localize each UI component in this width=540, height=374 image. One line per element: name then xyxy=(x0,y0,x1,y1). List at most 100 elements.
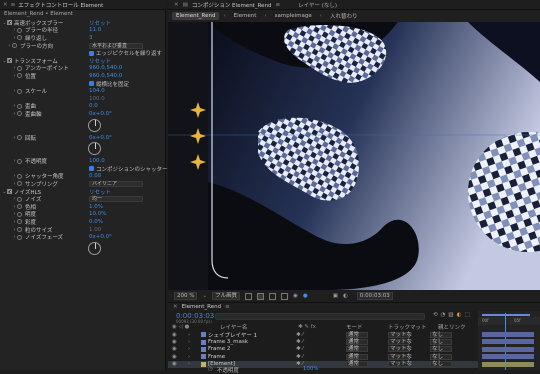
column-parent[interactable]: 親とリンク xyxy=(438,323,466,331)
chevron-right-icon[interactable]: › xyxy=(188,346,190,352)
transparency-grid-icon[interactable] xyxy=(281,292,289,300)
layer-switches[interactable]: ✱ ⁄ xyxy=(296,339,303,345)
stopwatch-icon[interactable] xyxy=(17,173,22,179)
fx-toggle-icon[interactable]: fx xyxy=(7,58,12,64)
chevron-right-icon[interactable]: › xyxy=(188,361,190,367)
property-value[interactable]: 1.00 xyxy=(89,227,101,233)
property-value[interactable]: 1.0% xyxy=(89,204,103,210)
layer-row[interactable]: ◉ › シェイプレイヤー 1 ✱ ⁄ 通常 マットな なし xyxy=(168,331,478,339)
visibility-icon[interactable]: ◉ xyxy=(172,361,177,367)
fx-toggle-icon[interactable]: fx xyxy=(7,20,12,26)
angle-dial[interactable] xyxy=(88,142,101,156)
stopwatch-icon[interactable] xyxy=(17,73,22,79)
label-color-icon[interactable] xyxy=(201,346,206,352)
stopwatch-icon[interactable] xyxy=(17,227,22,233)
blend-mode-select[interactable]: 通常 xyxy=(346,353,368,360)
effect-property-row[interactable]: › 歪曲軸 0x+0.0° xyxy=(0,110,166,118)
track-matte-select[interactable]: マットな xyxy=(388,331,412,338)
blend-mode-select[interactable]: 通常 xyxy=(346,331,368,338)
zoom-select[interactable]: 200 % xyxy=(174,292,198,300)
close-icon[interactable]: ✕ xyxy=(174,2,179,8)
property-checkbox[interactable]: 縦横比を固定 xyxy=(89,80,129,88)
property-value[interactable]: 3 xyxy=(89,35,93,41)
column-mode[interactable]: モード xyxy=(346,323,363,331)
angle-dial[interactable] xyxy=(88,118,101,132)
tab-element[interactable]: Element xyxy=(230,12,261,20)
motion-blur-icon[interactable]: ◐ xyxy=(457,312,462,318)
property-select[interactable]: バイリニア xyxy=(89,180,143,187)
snapshot-icon[interactable]: ▣ xyxy=(333,293,338,299)
angle-dial[interactable] xyxy=(88,242,101,255)
layer-name[interactable]: Frame xyxy=(208,354,225,360)
property-value[interactable]: 11.0 xyxy=(89,27,101,33)
effect-property-row[interactable]: › ノイズフェーズ 0x+0.0° xyxy=(0,233,166,241)
property-value[interactable]: 0.0 xyxy=(89,103,98,109)
label-color-icon[interactable] xyxy=(201,361,206,367)
close-icon[interactable]: ✕ xyxy=(173,304,178,310)
composition-viewer[interactable] xyxy=(168,22,540,290)
stopwatch-icon[interactable] xyxy=(17,211,22,217)
layer-row[interactable]: ◉ › Frame 3_mask ✱ ⁄ 通常 マットな なし xyxy=(168,338,478,346)
stopwatch-icon[interactable] xyxy=(17,111,22,117)
current-time-display[interactable]: 0:00:03:03 xyxy=(356,292,393,300)
track-matte-select[interactable]: マットな xyxy=(388,353,412,360)
parent-select[interactable]: なし xyxy=(430,339,452,346)
fx-toggle-icon[interactable]: fx xyxy=(7,189,12,195)
label-color-icon[interactable] xyxy=(201,332,206,338)
composition-title[interactable]: コンポジション Element_Rend xyxy=(192,1,272,9)
show-snapshot-icon[interactable]: ◐ xyxy=(343,293,348,299)
effect-property-row[interactable] xyxy=(0,118,166,134)
safe-zone-icon[interactable] xyxy=(245,292,253,300)
stopwatch-icon[interactable] xyxy=(17,204,22,210)
stopwatch-icon[interactable] xyxy=(17,88,22,94)
tab-element-rend[interactable]: Element_Rend xyxy=(172,12,220,20)
checkbox-icon[interactable] xyxy=(89,50,94,56)
property-value[interactable]: 0x+0.0° xyxy=(89,234,112,240)
effect-property-row[interactable]: › 位置 960.0,540.0 xyxy=(0,72,166,80)
stopwatch-icon[interactable]: ◷ xyxy=(208,366,213,374)
property-value[interactable]: 960.0,540.0 xyxy=(89,73,122,79)
parent-select[interactable]: なし xyxy=(430,353,452,360)
property-value[interactable]: 100.0 xyxy=(89,158,105,164)
parent-select[interactable]: なし xyxy=(430,331,452,338)
label-color-icon[interactable] xyxy=(201,339,206,345)
menu-icon[interactable]: ≡ xyxy=(225,304,230,310)
chevron-right-icon[interactable]: › xyxy=(188,332,190,338)
layer-row[interactable]: ◉ › Frame ✱ ⁄ 通常 マットな なし xyxy=(168,353,478,360)
column-track-matte[interactable]: トラックマット xyxy=(388,323,427,331)
layer-duration-bar[interactable] xyxy=(482,346,534,352)
visibility-icon[interactable]: ◉ xyxy=(172,332,177,338)
property-value[interactable]: 0.0% xyxy=(89,219,103,225)
grid-icon[interactable] xyxy=(257,292,265,300)
effect-property-row[interactable]: › 回転 0x+0.0° xyxy=(0,134,166,142)
menu-icon[interactable]: ≡ xyxy=(11,2,16,8)
track-matte-select[interactable]: マットな xyxy=(388,339,412,346)
layer-duration-bar[interactable] xyxy=(482,361,534,367)
stopwatch-icon[interactable] xyxy=(17,234,22,240)
property-value[interactable]: 104.0 xyxy=(89,88,105,94)
parent-select[interactable]: なし xyxy=(430,346,452,353)
property-value[interactable]: 0.00 xyxy=(89,173,101,179)
layer-duration-bar[interactable] xyxy=(482,332,534,337)
property-value[interactable]: 0x+0.0° xyxy=(89,111,112,117)
stopwatch-icon[interactable] xyxy=(17,158,22,164)
blend-mode-select[interactable]: 通常 xyxy=(346,361,368,368)
stopwatch-icon[interactable] xyxy=(17,35,22,41)
camera-icon[interactable]: ◉ xyxy=(293,293,298,299)
frame-blend-icon[interactable]: ▥ xyxy=(448,312,453,318)
time-ruler[interactable]: 00f 05f xyxy=(478,317,540,325)
property-value[interactable]: 960.0,540.0 xyxy=(89,65,122,71)
layer-switches[interactable]: ✱ ⁄ xyxy=(296,346,303,352)
layer-name[interactable]: Frame 2 xyxy=(208,346,230,352)
label-color-icon[interactable] xyxy=(201,354,206,360)
work-area-bar[interactable] xyxy=(482,314,530,316)
graph-editor-icon[interactable]: ⬚ xyxy=(464,312,469,318)
mask-icon[interactable] xyxy=(269,292,277,300)
reset-link[interactable]: リセット xyxy=(89,188,111,196)
reset-link[interactable]: リセット xyxy=(89,57,111,65)
layer-row[interactable]: ◉ › Frame 2 ✱ ⁄ 通常 マットな なし xyxy=(168,346,478,353)
stopwatch-icon[interactable] xyxy=(12,43,17,49)
stopwatch-icon[interactable] xyxy=(17,196,22,202)
color-channel-icon[interactable]: ● xyxy=(303,293,308,299)
stopwatch-icon[interactable] xyxy=(17,65,22,71)
